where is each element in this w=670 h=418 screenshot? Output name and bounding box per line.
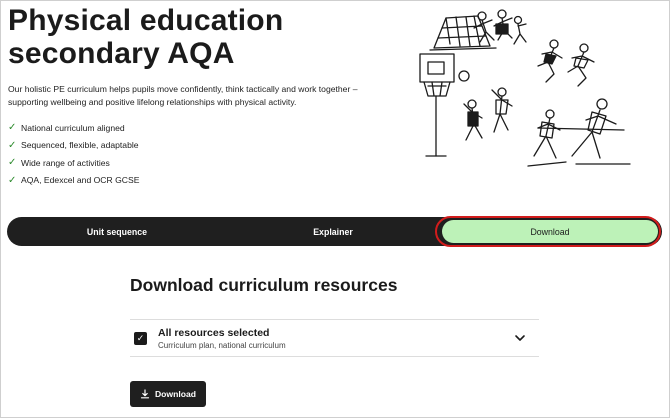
download-heading: Download curriculum resources [130,275,398,295]
feature-label: AQA, Edexcel and OCR GCSE [21,175,140,186]
download-button-label: Download [154,389,197,399]
download-button[interactable]: Download [130,381,206,407]
check-icon: ✓ [8,157,17,169]
feature-item: ✓ AQA, Edexcel and OCR GCSE [8,172,408,190]
intro-text: Our holistic PE curriculum helps pupils … [8,84,358,107]
runners-drawing [537,39,595,87]
accordion-subtitle: Curriculum plan, national curriculum [158,341,286,350]
page-title-line-1: Physical education [8,4,284,37]
sports-illustration [419,9,631,167]
feature-label: Wide range of activities [21,157,110,168]
tug-of-war-drawing [527,98,631,167]
check-icon: ✓ [8,174,17,186]
feature-label: Sequenced, flexible, adaptable [21,140,139,151]
accordion-title: All resources selected [158,327,270,339]
page-title-line-2: secondary AQA [8,37,235,70]
feature-list: ✓ National curriculum aligned ✓ Sequenced,… [8,119,408,189]
feature-label: National curriculum aligned [21,122,125,133]
check-icon: ✓ [8,122,17,134]
basketball-drawing [458,70,470,82]
resources-accordion[interactable]: ✓ All resources selected Curriculum plan… [130,319,539,357]
feature-item: ✓ Wide range of activities [8,154,408,172]
download-icon [140,389,150,399]
page-title: Physical education secondary AQA [8,4,408,70]
checkbox-checked-icon[interactable]: ✓ [134,332,147,345]
feature-item: ✓ National curriculum aligned [8,119,408,137]
tab-unit-sequence[interactable]: Unit sequence [7,217,227,246]
feature-item: ✓ Sequenced, flexible, adaptable [8,137,408,155]
basketball-players-drawing [463,87,513,141]
tab-explainer[interactable]: Explainer [227,217,439,246]
basketball-hoop-drawing [419,53,455,157]
tab-download-highlight [435,216,661,247]
chevron-down-icon[interactable] [513,331,527,345]
check-icon: ✓ [8,139,17,151]
hero-section: Physical education secondary AQA Our hol… [8,4,408,189]
